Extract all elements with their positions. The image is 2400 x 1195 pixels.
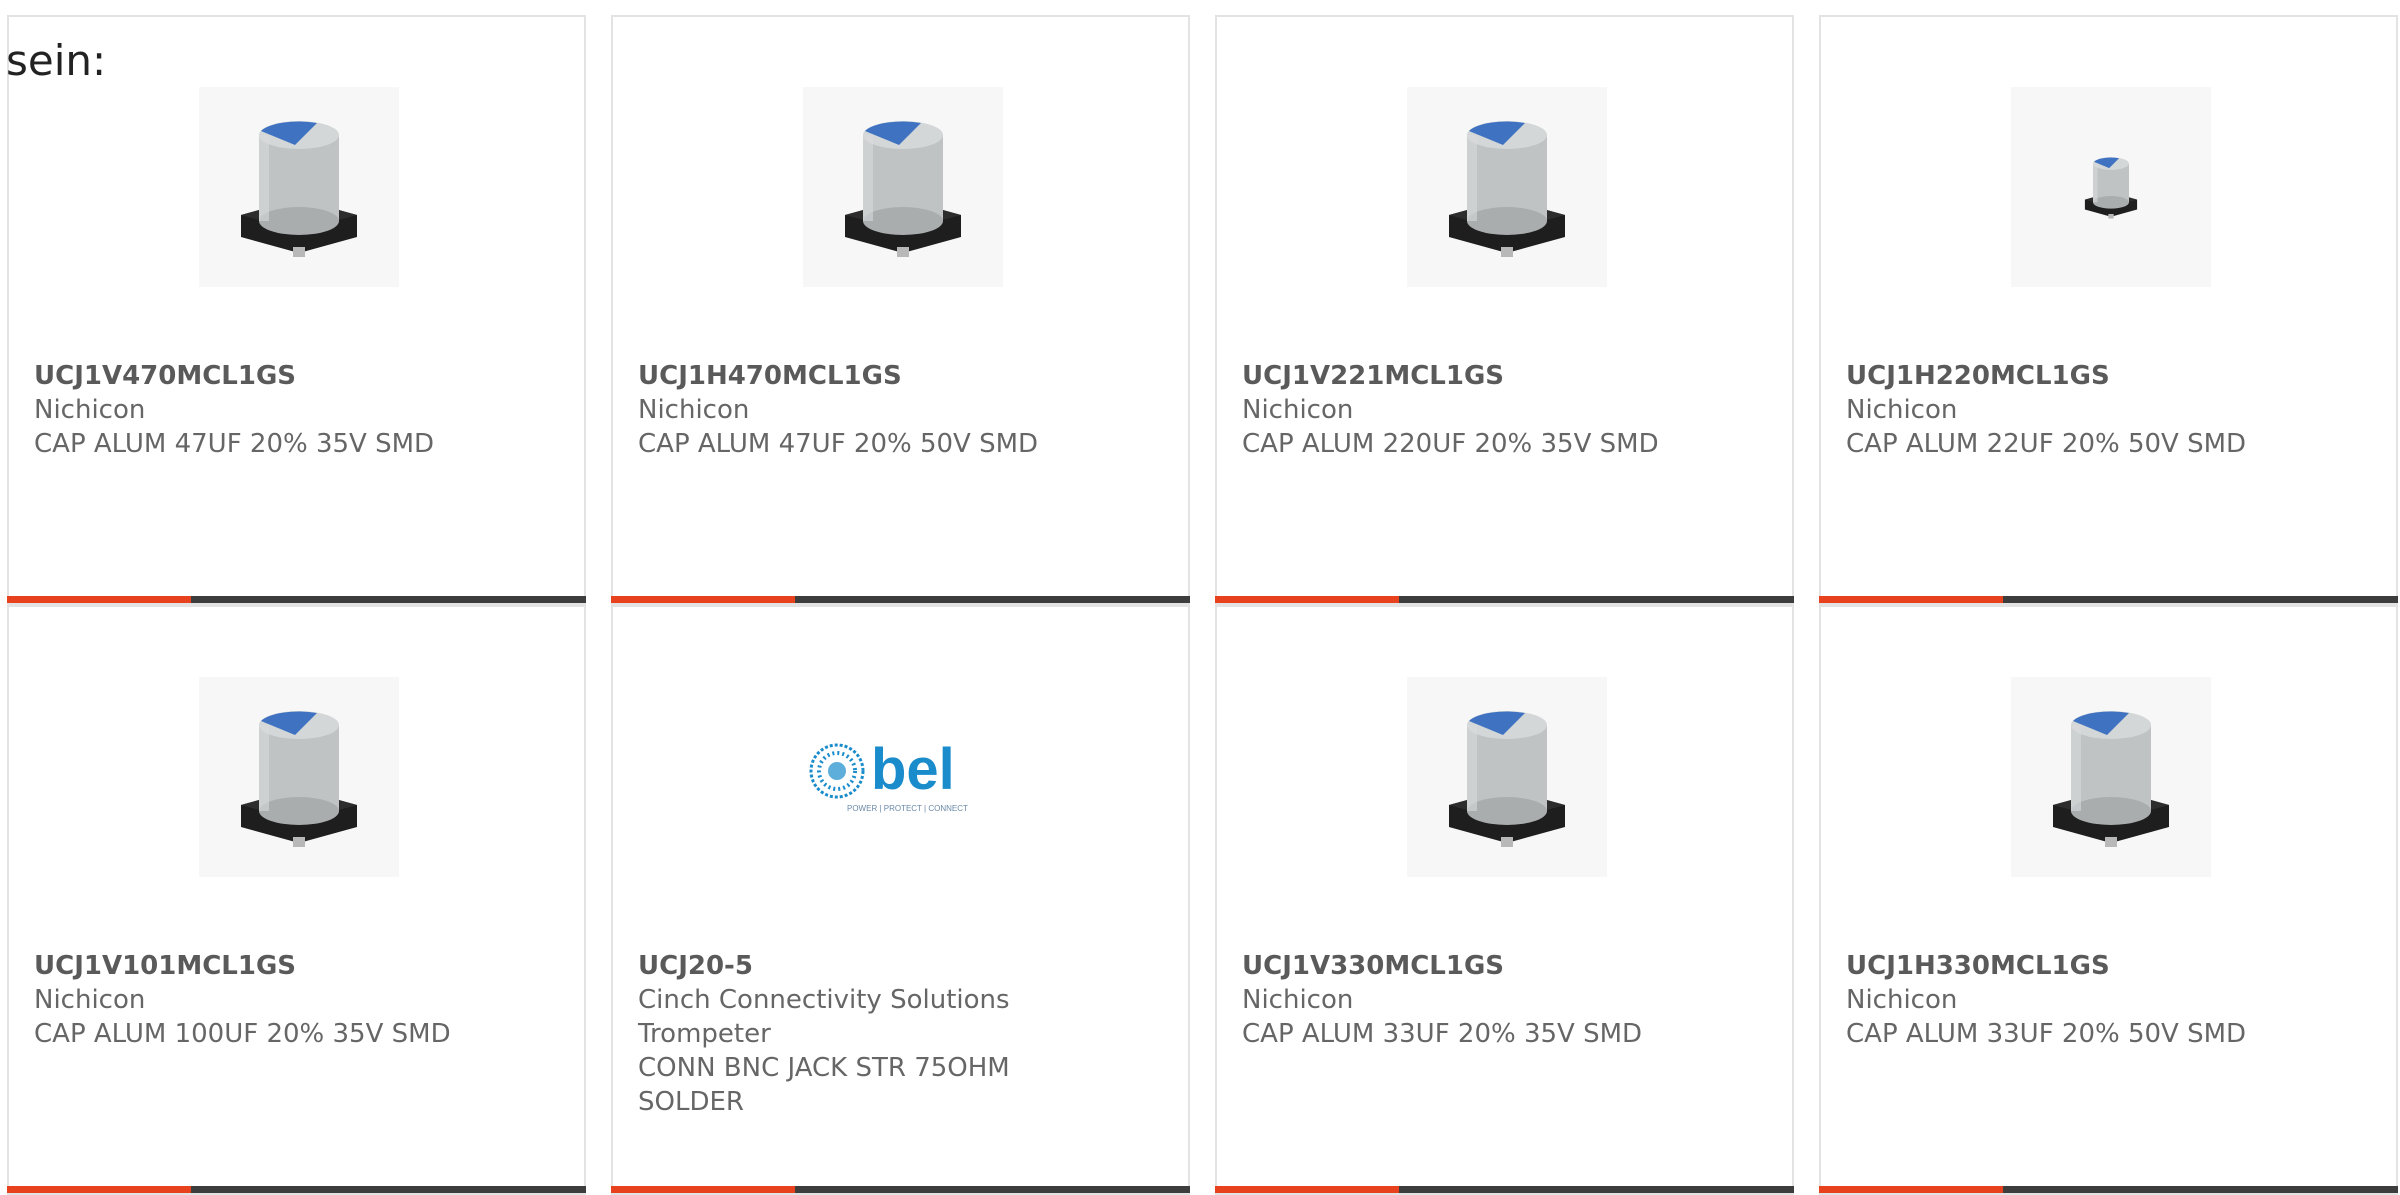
product-image[interactable] [2010,87,2212,287]
card-accent-bar [611,1186,795,1193]
product-card[interactable]: bel POWER | PROTECT | CONNECT UCJ20-5 Cin… [611,605,1190,1195]
card-accent-bar [1215,1186,1399,1193]
card-bottom-bar [1215,1186,1794,1193]
product-image[interactable] [802,87,1004,287]
svg-text:POWER | PROTECT | CONNECT: POWER | PROTECT | CONNECT [847,804,968,813]
part-number[interactable]: UCJ1V101MCL1GS [34,949,554,983]
part-number[interactable]: UCJ1H220MCL1GS [1846,359,2366,393]
product-grid: UCJ1V470MCL1GS Nichicon CAP ALUM 47UF 20% … [7,15,2398,1195]
card-bottom-bar [1819,1186,2398,1193]
card-accent-bar [611,596,795,603]
description: CAP ALUM 33UF 20% 50V SMD [1846,1019,2247,1049]
product-card[interactable]: UCJ1H470MCL1GS Nichicon CAP ALUM 47UF 20% … [611,15,1190,605]
product-info: UCJ1H220MCL1GS Nichicon CAP ALUM 22UF 20% … [1846,359,2366,461]
product-image[interactable] [1406,87,1608,287]
part-number[interactable]: UCJ1V470MCL1GS [34,359,554,393]
card-bottom-bar [7,596,586,603]
description: CAP ALUM 47UF 20% 50V SMD [638,429,1039,459]
product-card[interactable]: UCJ1V101MCL1GS Nichicon CAP ALUM 100UF 20%… [7,605,586,1195]
card-bottom-bar [611,1186,1190,1193]
part-number[interactable]: UCJ1V221MCL1GS [1242,359,1762,393]
product-info: UCJ1H330MCL1GS Nichicon CAP ALUM 33UF 20% … [1846,949,2366,1051]
card-bottom-bar [1819,596,2398,603]
manufacturer: Nichicon [34,985,146,1015]
description: CAP ALUM 22UF 20% 50V SMD [1846,429,2247,459]
product-info: UCJ1V330MCL1GS Nichicon CAP ALUM 33UF 20% … [1242,949,1762,1051]
product-card[interactable]: UCJ1V330MCL1GS Nichicon CAP ALUM 33UF 20% … [1215,605,1794,1195]
card-accent-bar [1819,1186,2003,1193]
product-card[interactable]: UCJ1V470MCL1GS Nichicon CAP ALUM 47UF 20% … [7,15,586,605]
manufacturer: Nichicon [1242,395,1354,425]
svg-text:bel: bel [871,737,955,802]
part-number[interactable]: UCJ1H470MCL1GS [638,359,1158,393]
manufacturer: Nichicon [1846,985,1958,1015]
product-card[interactable]: UCJ1H220MCL1GS Nichicon CAP ALUM 22UF 20% … [1819,15,2398,605]
description: CAP ALUM 220UF 20% 35V SMD [1242,429,1659,459]
product-info: UCJ1V221MCL1GS Nichicon CAP ALUM 220UF 20%… [1242,359,1762,461]
card-accent-bar [1215,596,1399,603]
product-card[interactable]: UCJ1V221MCL1GS Nichicon CAP ALUM 220UF 20%… [1215,15,1794,605]
part-number[interactable]: UCJ20-5 [638,949,1158,983]
manufacturer: Nichicon [1242,985,1354,1015]
card-bottom-bar [7,1186,586,1193]
part-number[interactable]: UCJ1H330MCL1GS [1846,949,2366,983]
description: CAP ALUM 33UF 20% 35V SMD [1242,1019,1643,1049]
manufacturer: Cinch Connectivity Solutions Trompeter [638,985,1010,1049]
product-image[interactable] [198,87,400,287]
part-number[interactable]: UCJ1V330MCL1GS [1242,949,1762,983]
manufacturer: Nichicon [1846,395,1958,425]
product-image[interactable] [2010,677,2212,877]
description: CONN BNC JACK STR 75OHM SOLDER [638,1053,1010,1117]
lead-text: sein: [6,36,107,85]
product-info: UCJ20-5 Cinch Connectivity Solutions Trom… [638,949,1158,1119]
product-info: UCJ1V470MCL1GS Nichicon CAP ALUM 47UF 20% … [34,359,554,461]
description: CAP ALUM 47UF 20% 35V SMD [34,429,435,459]
card-bottom-bar [611,596,1190,603]
product-image[interactable] [1406,677,1608,877]
product-info: UCJ1V101MCL1GS Nichicon CAP ALUM 100UF 20%… [34,949,554,1051]
product-image[interactable] [198,677,400,877]
product-card[interactable]: UCJ1H330MCL1GS Nichicon CAP ALUM 33UF 20% … [1819,605,2398,1195]
card-accent-bar [7,1186,191,1193]
bel-logo[interactable]: bel POWER | PROTECT | CONNECT [802,677,1004,877]
card-bottom-bar [1215,596,1794,603]
card-accent-bar [1819,596,2003,603]
product-info: UCJ1H470MCL1GS Nichicon CAP ALUM 47UF 20% … [638,359,1158,461]
card-accent-bar [7,596,191,603]
description: CAP ALUM 100UF 20% 35V SMD [34,1019,451,1049]
manufacturer: Nichicon [34,395,146,425]
manufacturer: Nichicon [638,395,750,425]
